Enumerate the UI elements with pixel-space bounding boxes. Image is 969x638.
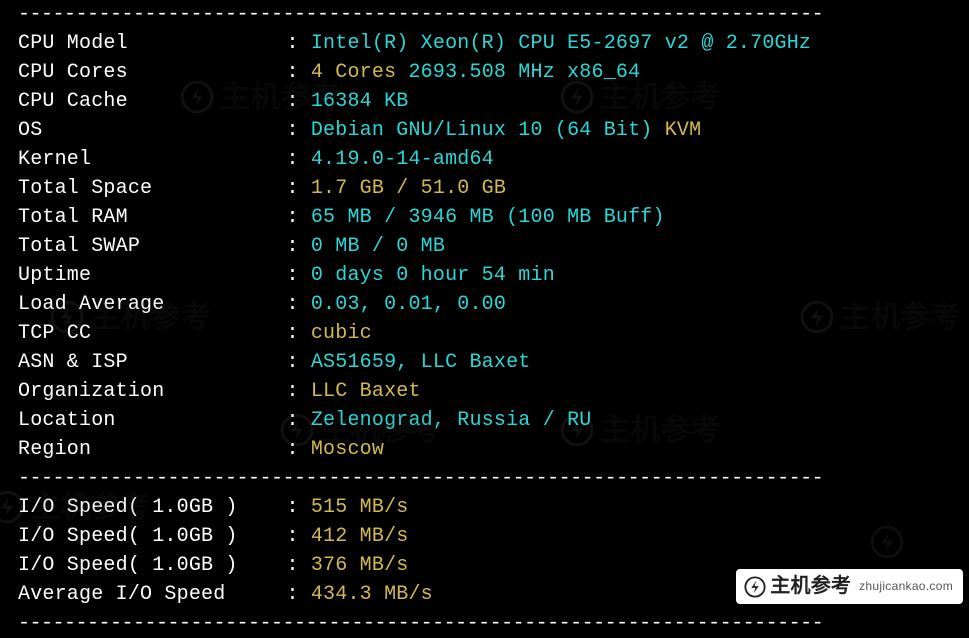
io-speed-row: I/O Speed( 1.0GB ) : 412 MB/s <box>18 522 951 551</box>
separator: : <box>262 148 311 171</box>
value: KVM <box>665 119 702 142</box>
info-row-total-swap: Total SWAP : 0 MB / 0 MB <box>18 232 951 261</box>
separator: : <box>262 32 311 55</box>
info-row-cpu-cache: CPU Cache : 16384 KB <box>18 87 951 116</box>
label: Total RAM <box>18 206 262 229</box>
separator: : <box>262 293 311 316</box>
value: 0.03, 0.01, 0.00 <box>311 293 506 316</box>
value: 434.3 MB/s <box>311 583 433 606</box>
divider: ----------------------------------------… <box>18 609 951 638</box>
io-speed-row: I/O Speed( 1.0GB ) : 515 MB/s <box>18 493 951 522</box>
separator: : <box>262 322 311 345</box>
value: Zelenograd, Russia / RU <box>311 409 592 432</box>
watermark-url: zhujicankao.com <box>859 572 953 601</box>
divider: ----------------------------------------… <box>18 0 951 29</box>
label: Total Space <box>18 177 262 200</box>
label: Location <box>18 409 262 432</box>
info-row-cpu-model: CPU Model : Intel(R) Xeon(R) CPU E5-2697… <box>18 29 951 58</box>
info-row-location: Location : Zelenograd, Russia / RU <box>18 406 951 435</box>
value: 412 MB/s <box>311 525 409 548</box>
separator: : <box>262 496 311 519</box>
info-row-cpu-cores: CPU Cores : 4 Cores 2693.508 MHz x86_64 <box>18 58 951 87</box>
watermark-brand: 主机参考 <box>770 572 851 601</box>
label: CPU Model <box>18 32 262 55</box>
info-row-load-average: Load Average : 0.03, 0.01, 0.00 <box>18 290 951 319</box>
separator: : <box>262 380 311 403</box>
label: CPU Cores <box>18 61 262 84</box>
separator: : <box>262 61 311 84</box>
label: OS <box>18 119 262 142</box>
label: TCP CC <box>18 322 262 345</box>
info-row-total-ram: Total RAM : 65 MB / 3946 MB (100 MB Buff… <box>18 203 951 232</box>
separator: : <box>262 90 311 113</box>
bolt-icon <box>744 576 766 598</box>
label: Load Average <box>18 293 262 316</box>
separator: : <box>262 206 311 229</box>
value: Debian GNU/Linux 10 (64 Bit) <box>311 119 665 142</box>
value: 376 MB/s <box>311 554 409 577</box>
label: Total SWAP <box>18 235 262 258</box>
value: Moscow <box>311 438 384 461</box>
divider: ----------------------------------------… <box>18 464 951 493</box>
separator: : <box>262 438 311 461</box>
info-row-region: Region : Moscow <box>18 435 951 464</box>
label: I/O Speed( 1.0GB ) <box>18 554 262 577</box>
value: 515 MB/s <box>311 496 409 519</box>
separator: : <box>262 177 311 200</box>
value: 65 MB / 3946 MB (100 MB Buff) <box>311 206 665 229</box>
info-row-total-space: Total Space : 1.7 GB / 51.0 GB <box>18 174 951 203</box>
value: Intel(R) Xeon(R) CPU E5-2697 v2 @ 2.70GH… <box>311 32 811 55</box>
label: Average I/O Speed <box>18 583 262 606</box>
separator: : <box>262 264 311 287</box>
info-row-kernel: Kernel : 4.19.0-14-amd64 <box>18 145 951 174</box>
label: Organization <box>18 380 262 403</box>
separator: : <box>262 583 311 606</box>
value: 2693.508 MHz x86_64 <box>408 61 640 84</box>
separator: : <box>262 554 311 577</box>
value: 4.19.0-14-amd64 <box>311 148 494 171</box>
info-row-tcp-cc: TCP CC : cubic <box>18 319 951 348</box>
label: Uptime <box>18 264 262 287</box>
value: cubic <box>311 322 372 345</box>
info-row-uptime: Uptime : 0 days 0 hour 54 min <box>18 261 951 290</box>
separator: : <box>262 119 311 142</box>
terminal-output: 主机参考 主机参考 主机参考 主机参考 主机参考 主机参考 主机参考 -----… <box>0 0 969 608</box>
value: 0 days 0 hour 54 min <box>311 264 555 287</box>
info-row-os: OS : Debian GNU/Linux 10 (64 Bit) KVM <box>18 116 951 145</box>
label: CPU Cache <box>18 90 262 113</box>
value: LLC Baxet <box>311 380 421 403</box>
info-row-asn-isp: ASN & ISP : AS51659, LLC Baxet <box>18 348 951 377</box>
separator: : <box>262 351 311 374</box>
label: I/O Speed( 1.0GB ) <box>18 525 262 548</box>
separator: : <box>262 235 311 258</box>
watermark-footer: 主机参考 zhujicankao.com <box>736 569 963 604</box>
separator: : <box>262 409 311 432</box>
value: 16384 KB <box>311 90 409 113</box>
separator: : <box>262 525 311 548</box>
value: AS51659, LLC Baxet <box>311 351 531 374</box>
label: ASN & ISP <box>18 351 262 374</box>
label: Region <box>18 438 262 461</box>
value: 0 MB / 0 MB <box>311 235 445 258</box>
value: 1.7 GB / 51.0 GB <box>311 177 506 200</box>
label: I/O Speed( 1.0GB ) <box>18 496 262 519</box>
value: 4 Cores <box>311 61 409 84</box>
info-row-organization: Organization : LLC Baxet <box>18 377 951 406</box>
label: Kernel <box>18 148 262 171</box>
